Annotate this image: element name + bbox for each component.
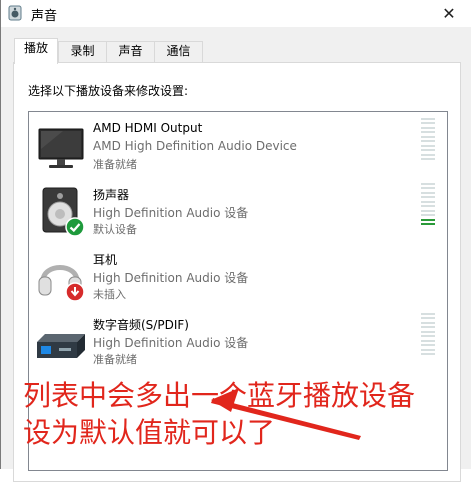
tab-label: 播放	[23, 41, 48, 55]
tab-playback[interactable]: 播放	[14, 38, 58, 64]
sound-dialog-window: 声音 ✕ 播放 录制 声音 通信 选择以下播放设备来修改设置: AMD HDMI…	[0, 0, 471, 482]
annotation-line: 列表中会多出一个蓝牙播放设备	[23, 379, 416, 412]
annotation-text: 列表中会多出一个蓝牙播放设备 设为默认值就可以了	[23, 377, 463, 451]
annotation-line: 设为默认值就可以了	[23, 416, 276, 449]
